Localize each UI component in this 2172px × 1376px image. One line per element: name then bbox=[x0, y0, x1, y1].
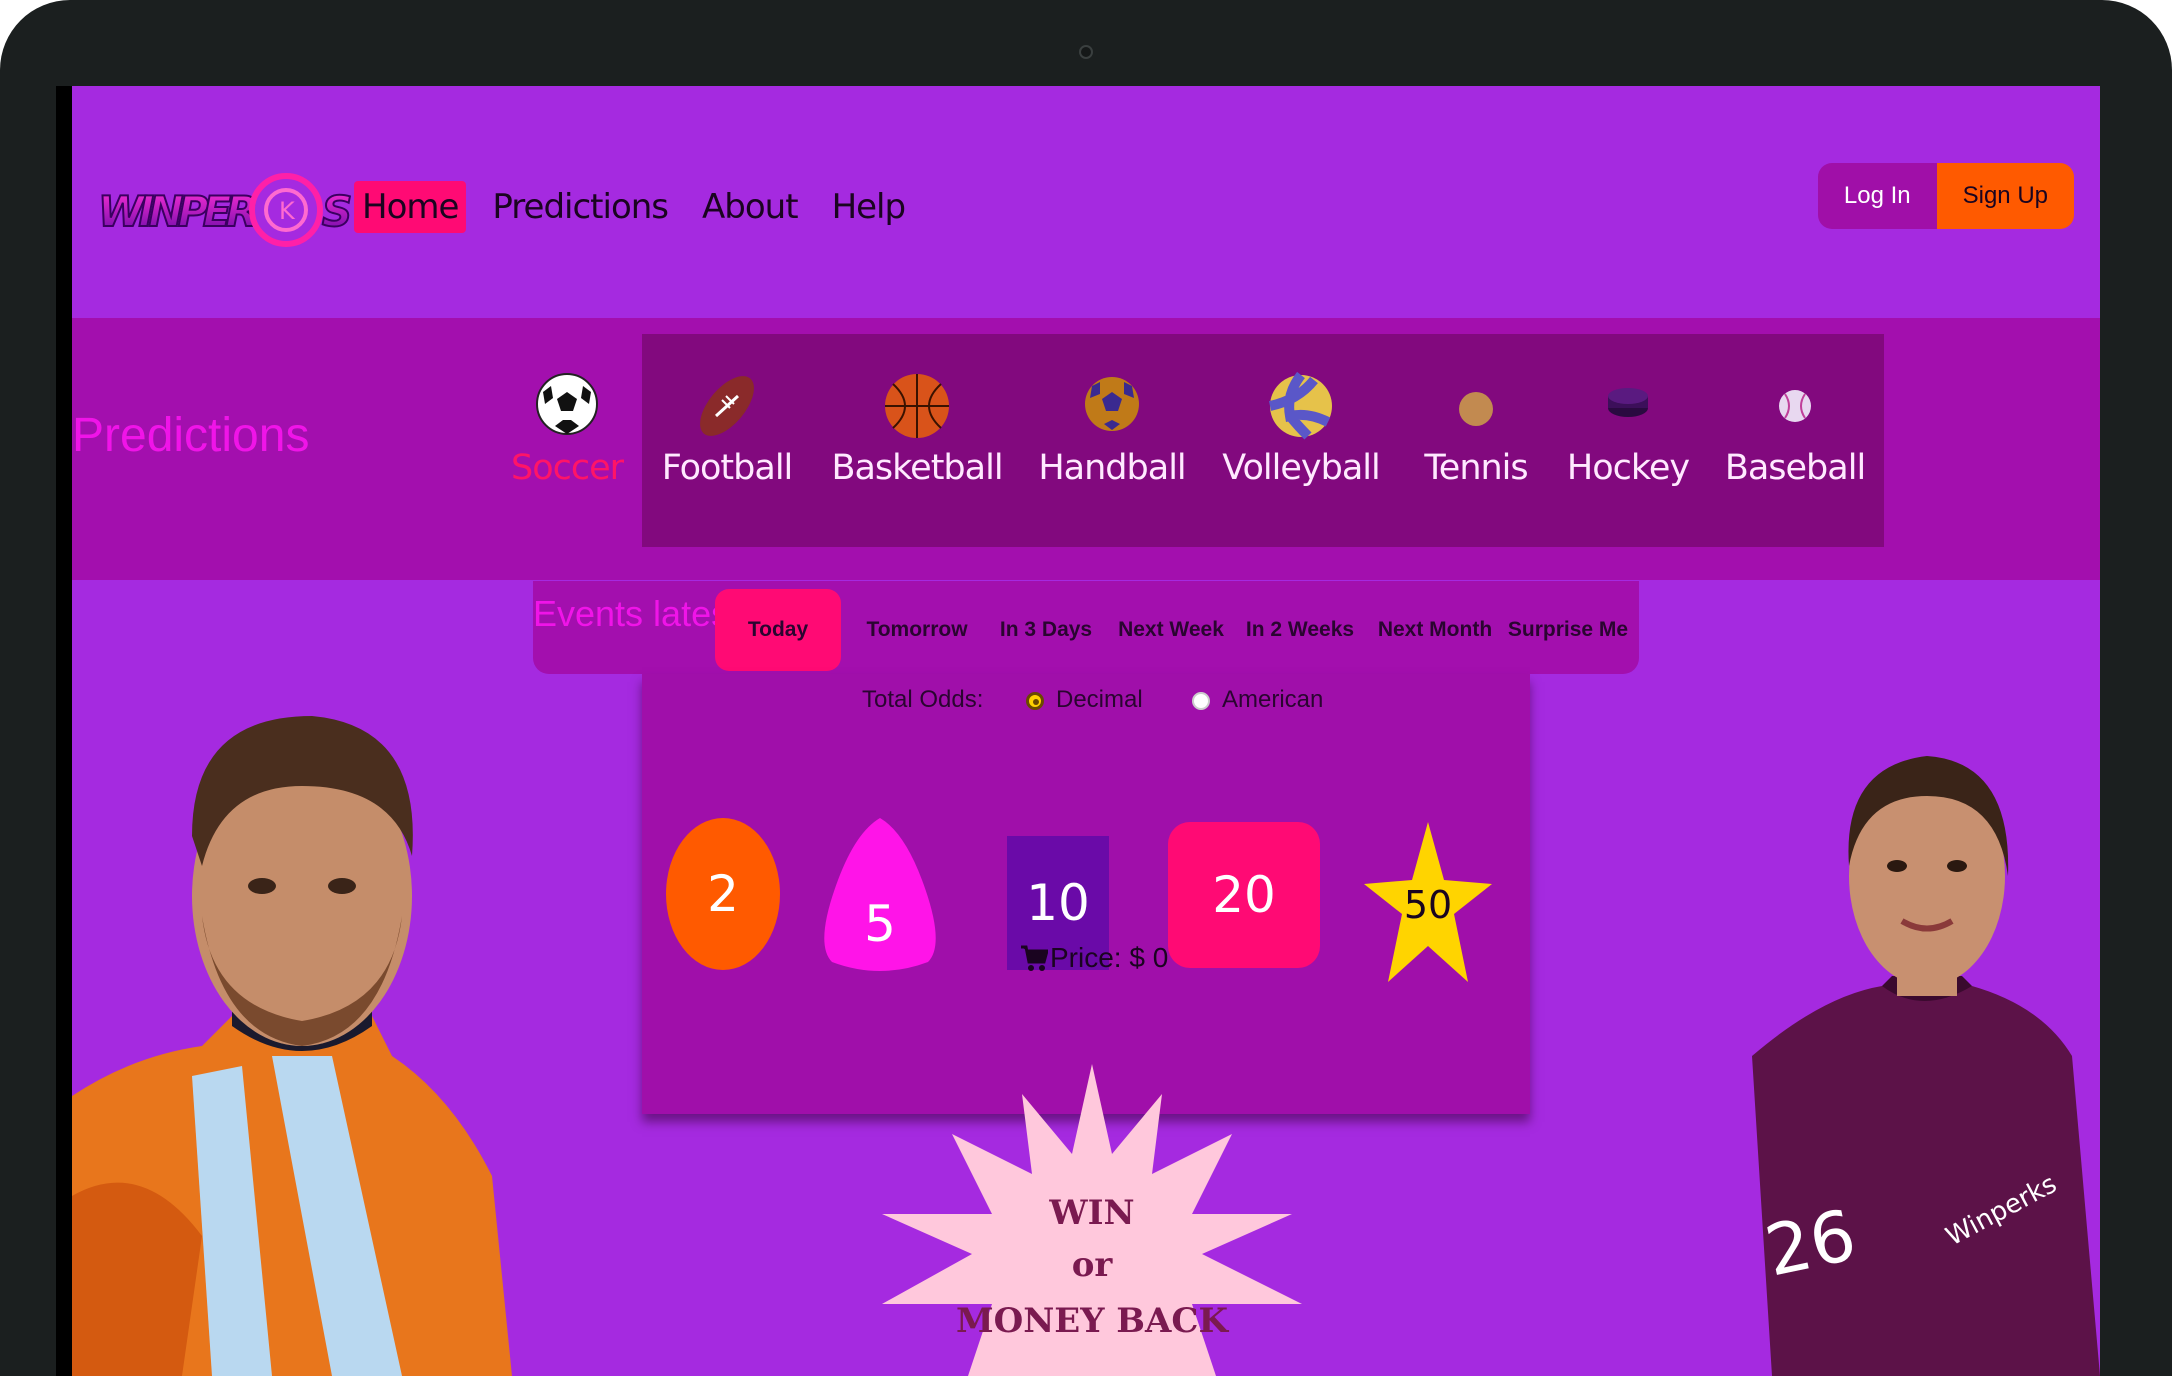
decimal-radio[interactable] bbox=[1026, 692, 1044, 710]
tab-surprise-me[interactable]: Surprise Me bbox=[1503, 589, 1633, 671]
nav-about[interactable]: About bbox=[694, 181, 806, 233]
nav-predictions[interactable]: Predictions bbox=[484, 181, 676, 233]
promo-line-2: or bbox=[1072, 1245, 1114, 1285]
player-left-image bbox=[72, 716, 512, 1376]
events-tabs: Events latest Today Tomorrow In 3 Days N… bbox=[533, 581, 1639, 674]
winperks-logo[interactable]: WINPER K S bbox=[96, 166, 351, 254]
odds-option-5[interactable]: 5 bbox=[818, 818, 942, 974]
odds-option-20[interactable]: 20 bbox=[1168, 822, 1320, 968]
tab-today[interactable]: Today bbox=[715, 589, 841, 671]
predictions-band: Predictions Soccer Football Basketball H… bbox=[72, 318, 2100, 580]
american-football-icon bbox=[700, 376, 754, 436]
camera-icon bbox=[1079, 45, 1093, 59]
laptop-frame: WINPER K S Home Predictions About Help L… bbox=[0, 0, 2172, 1376]
odds-option-50[interactable]: 50 bbox=[1364, 822, 1492, 984]
main-nav: Home Predictions About Help bbox=[354, 181, 913, 233]
basketball-icon bbox=[885, 374, 949, 438]
predictions-title: Predictions bbox=[72, 409, 310, 462]
sport-label: Handball bbox=[1038, 448, 1186, 488]
promo-line-3: MONEY BACK bbox=[956, 1301, 1230, 1341]
svg-text:WINPER: WINPER bbox=[98, 187, 258, 236]
sport-label: Football bbox=[661, 448, 794, 488]
tab-in-2-weeks[interactable]: In 2 Weeks bbox=[1241, 589, 1359, 671]
sport-label: Basketball bbox=[831, 448, 1003, 488]
nav-help[interactable]: Help bbox=[824, 181, 914, 233]
sport-label: Hockey bbox=[1566, 448, 1690, 488]
auth-buttons: Log In Sign Up bbox=[1817, 163, 2074, 229]
american-label[interactable]: American bbox=[1222, 686, 1323, 714]
volleyball-icon bbox=[1268, 371, 1332, 440]
signup-button[interactable]: Sign Up bbox=[1936, 163, 2074, 229]
odds-option-2[interactable]: 2 bbox=[666, 818, 780, 970]
login-button[interactable]: Log In bbox=[1817, 163, 1937, 229]
svg-text:K: K bbox=[279, 197, 296, 225]
price-display: Price: $ 0 bbox=[1020, 942, 1168, 974]
tab-next-month[interactable]: Next Month bbox=[1371, 589, 1499, 671]
soccer-ball-icon bbox=[536, 373, 598, 435]
total-odds-label: Total Odds: bbox=[862, 686, 984, 713]
sport-label: Volleyball bbox=[1222, 448, 1380, 488]
tab-tomorrow[interactable]: Tomorrow bbox=[851, 589, 983, 671]
odds-card: Total Odds: Decimal American 2 5 10 20 5… bbox=[642, 674, 1530, 1114]
tab-next-week[interactable]: Next Week bbox=[1115, 589, 1227, 671]
american-radio[interactable] bbox=[1192, 692, 1210, 710]
promo-line-1: WIN bbox=[1048, 1193, 1134, 1233]
tab-in-3-days[interactable]: In 3 Days bbox=[991, 589, 1101, 671]
screen: WINPER K S Home Predictions About Help L… bbox=[56, 86, 2100, 1376]
sport-label: Tennis bbox=[1424, 448, 1528, 488]
player-right-image: 26 Winperks bbox=[1752, 756, 2100, 1376]
sports-panel bbox=[642, 334, 1884, 547]
svg-text:S: S bbox=[322, 187, 351, 236]
price-text: Price: $ 0 bbox=[1050, 942, 1169, 973]
decimal-label[interactable]: Decimal bbox=[1056, 686, 1143, 714]
handball-icon bbox=[1085, 377, 1139, 431]
sport-label: Baseball bbox=[1724, 448, 1866, 488]
nav-home[interactable]: Home bbox=[354, 181, 467, 233]
hockey-puck-icon bbox=[1608, 388, 1648, 417]
win-or-money-back-badge: WIN or MONEY BACK bbox=[882, 1064, 1302, 1376]
tennis-ball-icon bbox=[1459, 392, 1493, 426]
page: WINPER K S Home Predictions About Help L… bbox=[72, 86, 2100, 1376]
cart-icon bbox=[1021, 945, 1048, 971]
events-title: Events latest bbox=[533, 593, 740, 634]
baseball-icon bbox=[1779, 390, 1811, 422]
sport-label: Soccer bbox=[510, 448, 624, 488]
